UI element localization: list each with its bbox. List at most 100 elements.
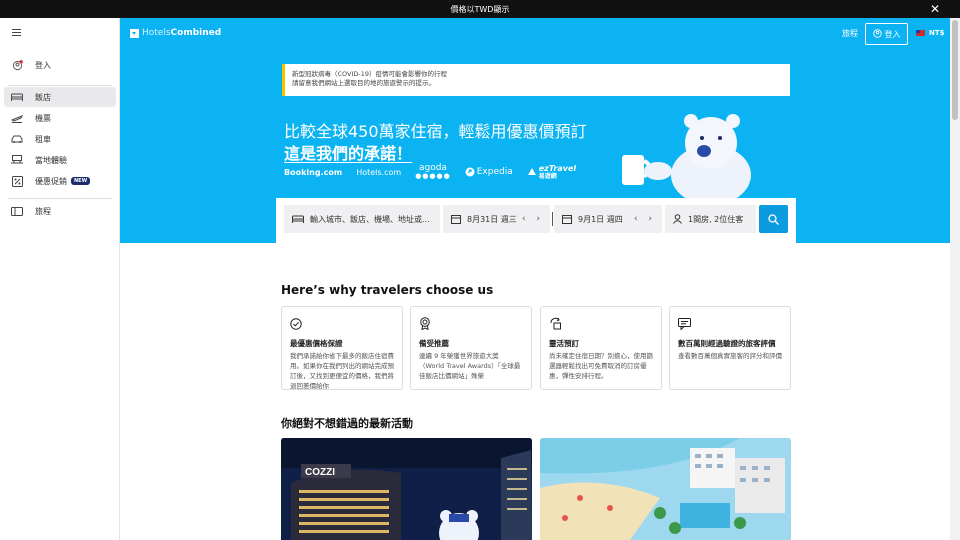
sidebar-login-label: 登入 [35, 60, 51, 70]
agoda-dots-icon: ●●●●● [415, 172, 451, 180]
eztravel-zh-label: 易遊網 [538, 172, 557, 180]
feature-card-award: 備受推薦 連續 9 年榮獲世界旅遊大獎（World Travel Awards）… [410, 306, 532, 390]
user-icon [872, 28, 882, 40]
booking-logo: Booking.com [284, 167, 343, 177]
currency-banner-text: 價格以TWD顯示 [450, 4, 510, 14]
sidebar-item-flights[interactable]: 機票 [4, 108, 116, 128]
feature-card-title: 備受推薦 [419, 339, 449, 348]
hotels-com-logo: Hotels.com [356, 167, 402, 177]
agoda-logo: agoda ●●●●● [415, 164, 451, 181]
sidebar-item-cars[interactable]: 租車 [4, 129, 116, 149]
deals-icon [11, 175, 23, 187]
checkin-date-field[interactable]: 8月31日 週三 ‹ › [443, 205, 550, 233]
notice-line-2[interactable]: 請留意我們網站上選取目的地的旅遊警示的提示。 [292, 79, 790, 88]
hotel-search-form: 輸入城市、飯店、機場、地址或... 8月31日 週三 ‹ › 9月1日 週四 ‹… [276, 198, 796, 243]
close-icon[interactable]: ✕ [930, 2, 940, 16]
plane-icon [11, 114, 23, 123]
feature-card-desc: 尚未確定住宿日期？別擔心，使用篩選器輕鬆找出可免費取消的訂房優惠，彈性安排行程。 [549, 352, 653, 380]
cozzi-hotel-image: COZZI [281, 438, 532, 540]
sidebar-item-trips[interactable]: 旅程 [4, 201, 116, 221]
taiwan-flag-icon [916, 30, 925, 36]
page-scrollbar[interactable] [950, 18, 960, 540]
expedia-logo: Expedia [465, 167, 513, 177]
feature-card-title: 數百萬則經過驗證的旅客評價 [678, 339, 776, 348]
expedia-label: Expedia [476, 167, 513, 177]
currency-selector[interactable]: NT$ [916, 29, 945, 37]
hero-banner: Hotels Combined 旅程 登入 NT$ 新型冠狀病毒（COVID-19… [120, 18, 950, 243]
sidebar-item-label: 飯店 [35, 92, 51, 102]
expedia-icon [465, 167, 475, 177]
guests-value: 1間房, 2位住客 [688, 214, 744, 224]
feature-card-flexible: 靈活預訂 尚未確定住宿日期？別擔心，使用篩選器輕鬆找出可免費取消的訂房優惠，彈性… [540, 306, 662, 390]
destination-input[interactable]: 輸入城市、飯店、機場、地址或... [284, 205, 440, 233]
feature-card-price: 最優惠價格保證 我們承諾給你省下最多的飯店住宿費用。如果你在我們列出的網站完成預… [281, 306, 403, 390]
header-login-button[interactable]: 登入 [865, 23, 908, 45]
feature-card-title: 靈活預訂 [549, 339, 579, 348]
user-icon [11, 59, 23, 71]
feature-card-desc: 查看數百萬個真實旅客的評分和評價 [678, 352, 782, 360]
calendar-icon [451, 214, 461, 224]
feature-card-desc: 連續 9 年榮獲世界旅遊大獎（World Travel Awards）「全球最佳… [419, 352, 521, 380]
sidebar-item-activities[interactable]: 當地體驗 [4, 150, 116, 170]
sidebar-divider [8, 85, 112, 86]
sidebar-login[interactable]: 登入 [4, 55, 116, 75]
logo-mark-icon [130, 28, 139, 38]
login-label: 登入 [884, 29, 901, 39]
currency-banner: 價格以TWD顯示 ✕ [0, 0, 960, 18]
sidebar-item-label: 旅程 [35, 206, 51, 216]
award-icon [419, 315, 431, 334]
review-icon [678, 315, 691, 334]
bed-icon [292, 215, 304, 224]
sidebar-item-label: 優惠促銷 [35, 176, 67, 186]
checkin-date: 8月31日 週三 [467, 214, 517, 224]
header-trips-link[interactable]: 旅程 [842, 28, 858, 39]
partner-logos: Booking.com Hotels.com agoda ●●●●● Exped… [284, 163, 577, 181]
sidebar: 登入 飯店 機票 租車 當地體驗 優惠促銷 NEW 旅程 [0, 18, 120, 540]
beach-resort-image [540, 438, 791, 540]
date-separator [552, 212, 553, 226]
sidebar-item-hotels[interactable]: 飯店 [4, 87, 116, 107]
calendar-flex-icon [549, 315, 562, 334]
checkout-prev-next-arrows[interactable]: ‹ › [634, 214, 656, 224]
bear-mascot-image [622, 114, 751, 203]
search-button[interactable] [759, 205, 788, 233]
logo-hotels: Hotels [142, 28, 171, 38]
covid-notice: 新型冠狀病毒（COVID-19）疫情可能會影響你的行程 請留意我們網站上選取目的… [282, 64, 790, 96]
logo-combined: Combined [170, 28, 222, 38]
activities-icon [11, 155, 23, 165]
new-badge: NEW [71, 177, 91, 185]
hero-promise-link[interactable]: 這是我們的承諾！ [284, 140, 412, 164]
hotel-sign-text: COZZI [305, 467, 335, 478]
promo-card-cozzi[interactable]: COZZI [281, 438, 532, 540]
sidebar-item-deals[interactable]: 優惠促銷 NEW [4, 171, 116, 191]
bed-icon [11, 93, 23, 102]
feature-card-reviews: 數百萬則經過驗證的旅客評價 查看數百萬個真實旅客的評分和評價 [669, 306, 791, 390]
person-icon [673, 214, 682, 224]
promotions-title: 你絕對不想錯過的最新活動 [281, 417, 413, 430]
checkin-prev-next-arrows[interactable]: ‹ › [522, 214, 544, 224]
sidebar-divider [8, 198, 112, 199]
trips-icon [11, 206, 23, 216]
destination-placeholder: 輸入城市、飯店、機場、地址或... [310, 214, 430, 224]
menu-icon[interactable] [12, 29, 21, 36]
car-icon [11, 135, 23, 144]
eztravel-icon [527, 168, 536, 175]
feature-card-title: 最優惠價格保證 [290, 339, 343, 348]
promo-card-beach[interactable] [540, 438, 791, 540]
hero-headline: 比較全球450萬家住宿，輕鬆用優惠價預訂 [284, 122, 587, 141]
checkout-date-field[interactable]: 9月1日 週四 ‹ › [554, 205, 662, 233]
currency-label: NT$ [929, 29, 945, 37]
scrollbar-thumb[interactable] [952, 20, 958, 120]
calendar-icon [562, 214, 572, 224]
sidebar-item-label: 機票 [35, 113, 51, 123]
feature-card-desc: 我們承諾給你省下最多的飯店住宿費用。如果你在我們列出的網站完成預訂後，又找到更便… [290, 352, 394, 390]
notice-line-1: 新型冠狀病毒（COVID-19）疫情可能會影響你的行程 [292, 70, 448, 78]
check-circle-icon [290, 315, 302, 334]
guests-field[interactable]: 1間房, 2位住客 [665, 205, 756, 233]
eztravel-logo: ezTravel 易遊網 [527, 163, 577, 180]
search-icon [768, 210, 779, 229]
hotelscombined-logo[interactable]: Hotels Combined [130, 28, 221, 38]
sidebar-item-label: 當地體驗 [35, 155, 67, 165]
eztravel-label: ezTravel [538, 163, 577, 173]
why-section-title: Here’s why travelers choose us [281, 283, 494, 297]
